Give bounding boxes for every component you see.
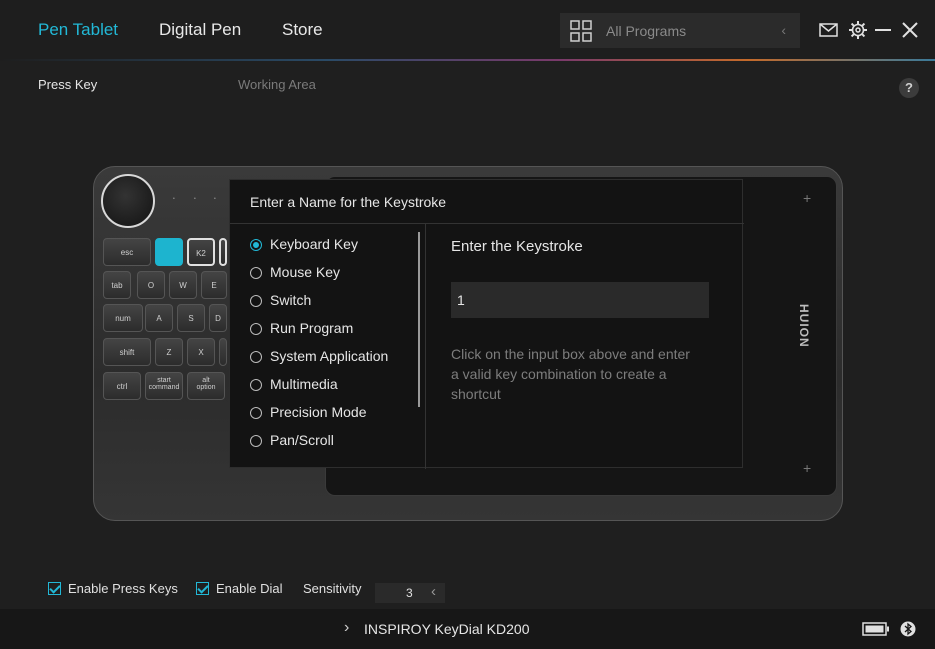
dialog-divider <box>230 223 744 224</box>
brand-logo: HUION <box>797 304 811 348</box>
minimize-icon[interactable] <box>873 20 893 40</box>
radio-icon[interactable] <box>250 295 262 307</box>
radio-icon[interactable] <box>250 323 262 335</box>
tab-digital-pen[interactable]: Digital Pen <box>159 20 241 40</box>
sensitivity-stepper[interactable]: 3 ‹ <box>375 583 445 603</box>
key-z[interactable]: Z <box>155 338 183 366</box>
header-divider <box>0 59 935 61</box>
program-selector[interactable]: All Programs ‹ <box>560 13 800 48</box>
keystroke-input[interactable]: 1 <box>451 282 709 318</box>
tab-working-area[interactable]: Working Area <box>238 77 316 92</box>
sensitivity-value: 3 <box>406 586 413 600</box>
key-tab[interactable]: tab <box>103 271 131 299</box>
keystroke-heading: Enter the Keystroke <box>451 238 583 255</box>
program-selector-label: All Programs <box>606 23 687 39</box>
keystroke-dialog: Enter a Name for the Keystroke Keyboard … <box>229 179 744 469</box>
radio-icon[interactable] <box>250 407 262 419</box>
sensitivity-label: Sensitivity <box>303 581 362 596</box>
key-ctrl[interactable]: ctrl <box>103 372 141 400</box>
enable-press-keys-label: Enable Press Keys <box>68 581 178 596</box>
enable-dial-checkbox[interactable] <box>196 582 209 595</box>
corner-plus-icon: + <box>803 190 812 206</box>
key-o[interactable]: O <box>137 271 165 299</box>
keyboard-led-icon: • <box>214 196 216 202</box>
gear-icon[interactable] <box>848 20 868 40</box>
battery-icon <box>862 622 889 636</box>
key-w[interactable]: W <box>169 271 197 299</box>
key-x[interactable]: X <box>187 338 215 366</box>
key-num[interactable]: num <box>103 304 143 332</box>
enable-dial-label: Enable Dial <box>216 581 283 596</box>
key-k1[interactable] <box>155 238 183 266</box>
radio-icon[interactable] <box>250 379 262 391</box>
radio-icon[interactable] <box>250 267 262 279</box>
device-name[interactable]: INSPIROY KeyDial KD200 <box>364 621 529 637</box>
dialog-column-divider <box>425 224 426 469</box>
bluetooth-led-icon: • <box>173 196 175 202</box>
options-scrollbar[interactable] <box>418 232 420 407</box>
key-c[interactable] <box>219 338 227 366</box>
key-shift[interactable]: shift <box>103 338 151 366</box>
chevron-right-icon[interactable]: › <box>344 619 349 637</box>
radio-icon[interactable] <box>250 435 262 447</box>
apps-grid-icon <box>570 20 592 42</box>
key-esc[interactable]: esc <box>103 238 151 266</box>
help-icon[interactable]: ? <box>899 78 919 98</box>
tab-pen-tablet[interactable]: Pen Tablet <box>38 20 118 40</box>
key-k3[interactable] <box>219 238 227 266</box>
key-e[interactable]: E <box>201 271 227 299</box>
dial-knob[interactable] <box>101 174 155 228</box>
battery-led-icon: • <box>194 196 196 202</box>
key-k2[interactable]: K2 <box>187 238 215 266</box>
chevron-left-icon[interactable]: ‹ <box>431 583 436 600</box>
key-alt[interactable]: alt option <box>187 372 225 400</box>
enable-press-keys-checkbox[interactable] <box>48 582 61 595</box>
chevron-left-icon[interactable]: ‹ <box>781 22 786 38</box>
radio-icon[interactable] <box>250 351 262 363</box>
tab-store[interactable]: Store <box>282 20 323 40</box>
key-start[interactable]: start command <box>145 372 183 400</box>
corner-plus-icon: + <box>803 460 812 476</box>
key-s[interactable]: S <box>177 304 205 332</box>
tab-press-key[interactable]: Press Key <box>38 77 97 92</box>
bluetooth-icon[interactable] <box>900 621 916 637</box>
keystroke-help-text: Click on the input box above and enter a… <box>451 346 690 402</box>
dialog-title: Enter a Name for the Keystroke <box>250 194 447 210</box>
key-d[interactable]: D <box>209 304 227 332</box>
mail-icon[interactable] <box>819 20 839 40</box>
radio-selected-icon[interactable] <box>250 239 262 251</box>
close-icon[interactable] <box>900 20 920 40</box>
key-a[interactable]: A <box>145 304 173 332</box>
